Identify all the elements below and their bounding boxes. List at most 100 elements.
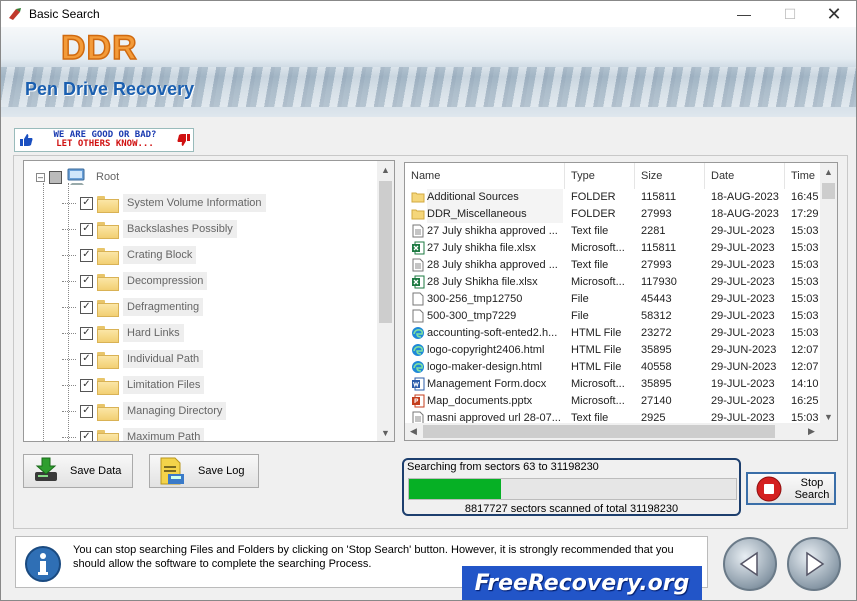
table-row[interactable]: accounting-soft-ented2.h... HTML File 2327… [405,325,821,342]
collapse-toggle[interactable]: – [36,172,45,182]
app-icon [7,6,23,22]
next-button[interactable] [787,537,841,591]
tree-item-checkbox[interactable]: ✓ [80,274,93,288]
tree-item-checkbox[interactable]: ✓ [80,326,93,340]
list-horizontal-scrollbar[interactable]: ◀ ▶ [405,423,837,440]
tree-item-checkbox[interactable]: ✓ [80,378,93,392]
maximize-icon: ☐ [783,5,797,22]
folder-icon [97,195,119,213]
cell-name: 27 July shikha approved ... [427,225,558,237]
scroll-up-icon[interactable]: ▲ [820,163,837,180]
tree-item-checkbox[interactable]: ✓ [80,222,93,236]
table-row[interactable]: Management Form.docx Microsoft... 35895 19-… [405,376,821,393]
tree-item[interactable]: ✓ Managing Directory [62,399,227,423]
scroll-down-icon[interactable]: ▼ [377,424,394,441]
tree-item-checkbox[interactable]: ✓ [80,404,93,418]
column-header-name[interactable]: Name [405,163,565,189]
cell-name: Map_documents.pptx [427,395,533,407]
tree-item[interactable]: ✓ Individual Path [62,347,204,371]
scroll-thumb[interactable] [423,425,775,438]
tree-item-checkbox[interactable]: ✓ [80,196,93,210]
freerecovery-brand[interactable]: FreeRecovery.org [462,566,702,600]
cell-size: 27993 [641,208,672,220]
tree-item[interactable]: ✓ Maximum Path [62,425,205,441]
cell-type: HTML File [571,344,622,356]
tree-item-label: Decompression [123,272,208,290]
column-header-size[interactable]: Size [635,163,705,189]
scroll-thumb[interactable] [822,183,835,199]
table-row[interactable]: Additional Sources FOLDER 115811 18-AUG-202… [405,189,821,206]
column-header-type[interactable]: Type [565,163,635,189]
tree-item[interactable]: ✓ Hard Links [62,321,184,345]
back-button[interactable] [723,537,777,591]
cell-time: 14:10 [791,378,819,390]
app-window: Basic Search — ☐ ✕ DDR Pen Drive Recover… [0,0,857,601]
save-log-button[interactable]: Save Log [149,454,259,488]
root-checkbox[interactable] [49,170,62,184]
tree-root[interactable]: – Root [36,165,123,189]
text-file-icon [411,258,425,272]
maximize-button[interactable]: ☐ [767,1,813,27]
tree-item[interactable]: ✓ Limitation Files [62,373,205,397]
tree-item-checkbox[interactable]: ✓ [80,430,93,441]
file-list[interactable]: Name Type Size Date Time Additional Sour… [404,162,838,441]
folder-icon [97,273,119,291]
list-vertical-scrollbar[interactable]: ▲ ▼ [820,163,837,425]
computer-icon [66,168,88,186]
tree-item[interactable]: ✓ Decompression [62,269,208,293]
scroll-left-icon[interactable]: ◀ [405,423,422,440]
table-row[interactable]: 500-300_tmp7229 File 58312 29-JUL-2023 15:03 [405,308,821,325]
folder-icon [97,299,119,317]
stop-search-button[interactable]: Stop Search [746,472,836,505]
scroll-thumb[interactable] [379,181,392,323]
table-row[interactable]: 28 July shikha approved ... Text file 2799… [405,257,821,274]
cell-size: 45443 [641,293,672,305]
cell-type: Microsoft... [571,378,625,390]
minimize-button[interactable]: — [721,1,767,27]
cell-type: Microsoft... [571,242,625,254]
table-row[interactable]: 28 July Shikha file.xlsx Microsoft... 1179… [405,274,821,291]
tree-item[interactable]: ✓ Defragmenting [62,295,204,319]
cell-date: 29-JUN-2023 [711,344,777,356]
tree-connector [62,410,76,412]
cell-time: 12:07 [791,344,819,356]
tree-item-checkbox[interactable]: ✓ [80,352,93,366]
folder-icon [97,221,119,239]
cell-size: 40558 [641,361,672,373]
save-log-icon [158,456,188,486]
tree-item-checkbox[interactable]: ✓ [80,248,93,262]
cell-size: 115811 [641,191,677,203]
blank-file-icon [411,309,425,323]
cell-name: 27 July shikha file.xlsx [427,242,536,254]
tree-item-label: Crating Block [123,246,197,264]
table-row[interactable]: DDR_Miscellaneous FOLDER 27993 18-AUG-2023 1… [405,206,821,223]
excel-file-icon [411,275,425,289]
scroll-up-icon[interactable]: ▲ [377,161,394,178]
tree-item-label: Defragmenting [123,298,204,316]
table-row[interactable]: 27 July shikha file.xlsx Microsoft... 1158… [405,240,821,257]
tree-scrollbar[interactable]: ▲ ▼ [377,161,394,441]
save-data-label: Save Data [70,465,122,477]
table-row[interactable]: logo-maker-design.html HTML File 40558 29-J… [405,359,821,376]
table-row[interactable]: 27 July shikha approved ... Text file 2281… [405,223,821,240]
tree-item[interactable]: ✓ Crating Block [62,243,197,267]
folder-tree[interactable]: – Root ✓ System Volume Information ✓ Backsl… [23,160,395,442]
powerpoint-file-icon [411,394,425,408]
tree-item[interactable]: ✓ Backslashes Possibly [62,217,237,241]
close-button[interactable]: ✕ [811,1,857,27]
save-data-button[interactable]: Save Data [23,454,133,488]
cell-time: 15:03 [791,293,819,305]
table-row[interactable]: Map_documents.pptx Microsoft... 27140 29-JU… [405,393,821,410]
table-row[interactable]: 300-256_tmp12750 File 45443 29-JUL-2023 15:0… [405,291,821,308]
column-header-date[interactable]: Date [705,163,785,189]
scroll-right-icon[interactable]: ▶ [803,423,820,440]
table-row[interactable]: logo-copyright2406.html HTML File 35895 29-… [405,342,821,359]
rating-banner[interactable]: WE ARE GOOD OR BAD? LET OTHERS KNOW... [14,128,194,152]
tree-item-checkbox[interactable]: ✓ [80,300,93,314]
cell-name: Management Form.docx [427,378,547,390]
tree-connector [62,280,76,282]
cell-time: 15:03 [791,327,819,339]
tree-item[interactable]: ✓ System Volume Information [62,191,266,215]
cell-time: 16:25 [791,395,819,407]
column-header-time[interactable]: Time [785,163,825,189]
